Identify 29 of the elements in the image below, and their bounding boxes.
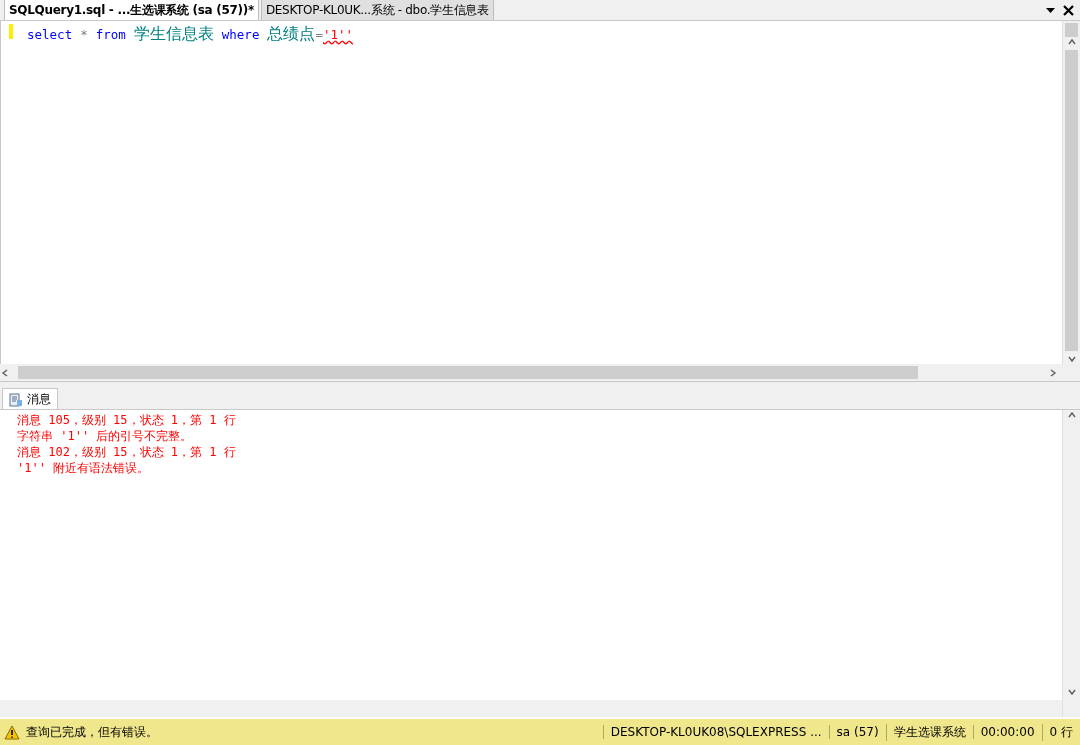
status-message: 查询已完成，但有错误。: [26, 723, 158, 741]
status-field: 学生选课系统: [885, 723, 973, 741]
scroll-left-icon[interactable]: [0, 367, 10, 378]
status-field: sa (57): [828, 725, 886, 739]
messages-tab[interactable]: 消息: [2, 388, 58, 409]
document-icon: [9, 392, 23, 407]
status-field: 0 行: [1041, 723, 1080, 741]
warning-icon: [4, 724, 20, 740]
scroll-down-icon[interactable]: [1066, 687, 1077, 697]
horizontal-scrollbar[interactable]: [0, 364, 1080, 382]
vertical-scrollbar[interactable]: [1062, 410, 1080, 717]
document-tab[interactable]: SQLQuery1.sql - ...生选课系统 (sa (57))*: [4, 0, 259, 20]
horizontal-scrollbar[interactable]: [0, 700, 1062, 717]
scroll-up-icon[interactable]: [1066, 37, 1077, 47]
dropdown-icon[interactable]: [1046, 8, 1055, 13]
vertical-scrollbar[interactable]: [1062, 21, 1080, 364]
close-icon[interactable]: [1063, 5, 1074, 16]
error-message-line: '1'' 附近有语法错误。: [17, 460, 151, 476]
scroll-right-icon[interactable]: [1048, 367, 1058, 378]
status-field: 00:00:00: [972, 725, 1042, 739]
scroll-up-icon[interactable]: [1066, 410, 1077, 420]
sql-code-line[interactable]: select * from 学生信息表 where 总绩点='1'': [27, 24, 1056, 45]
status-field: DESKTOP-KL0UK08\SQLEXPRESS ...: [602, 725, 829, 739]
error-message-line: 消息 102，级别 15，状态 1，第 1 行: [17, 444, 237, 460]
scroll-down-icon[interactable]: [1066, 354, 1077, 364]
split-handle[interactable]: [1065, 23, 1078, 37]
document-tab[interactable]: DESKTOP-KL0UK...系统 - dbo.学生信息表: [260, 0, 494, 20]
error-message-line: 字符串 '1'' 后的引号不完整。: [17, 428, 194, 444]
error-message-line: 消息 105，级别 15，状态 1，第 1 行: [17, 412, 237, 428]
